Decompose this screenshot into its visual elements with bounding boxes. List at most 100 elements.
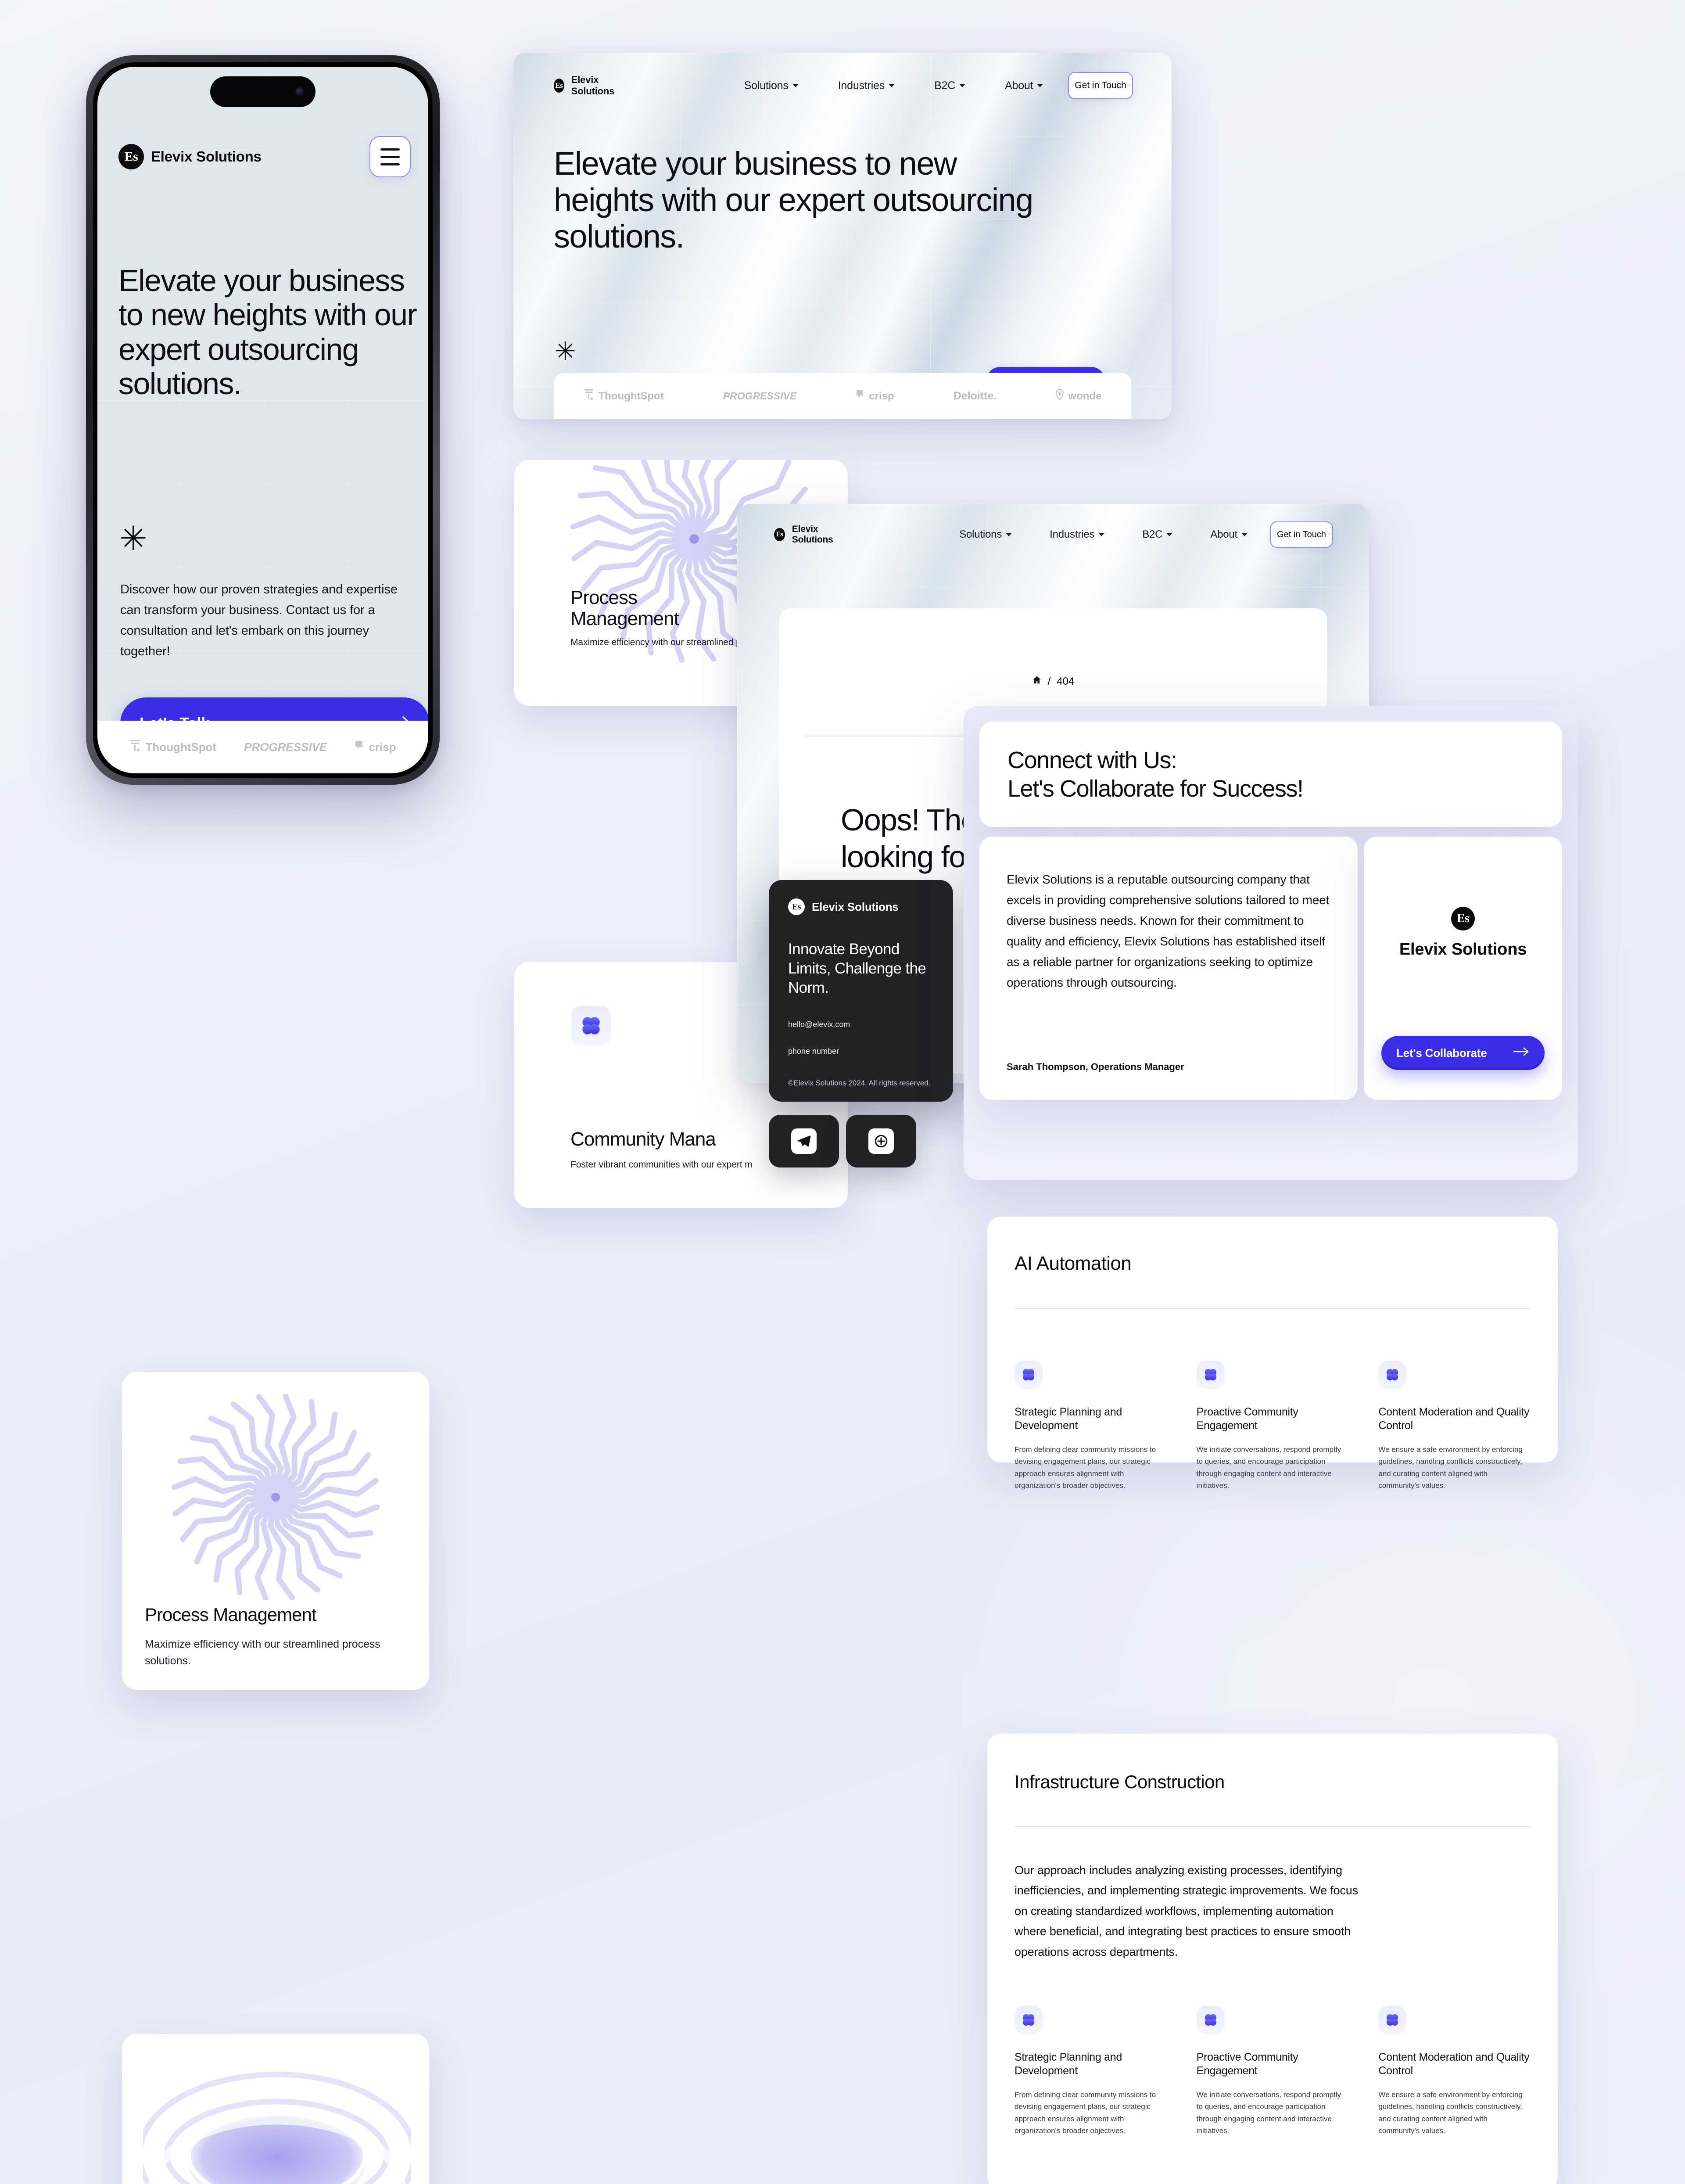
logo-label: wonde — [1068, 390, 1102, 402]
testimonial-author: Sarah Thompson, Operations Manager — [1007, 1061, 1184, 1072]
nav-item-b2c[interactable]: B2C — [934, 79, 966, 92]
brand-logo[interactable]: Es Elevix Solutions — [1364, 907, 1562, 959]
infra-feature-content-moderation: Content Moderation and Quality Control W… — [1378, 2006, 1531, 2137]
home-icon[interactable] — [1032, 675, 1042, 688]
infrastructure-section: Infrastructure Construction Our approach… — [987, 1734, 1558, 2184]
hero-body-text: Discover how our proven strategies and e… — [120, 582, 398, 658]
brand-logo[interactable]: Es Elevix Solutions — [774, 524, 850, 545]
footer-email[interactable]: hello@elevix.com — [788, 1020, 934, 1029]
get-in-touch-button[interactable]: Get in Touch — [1270, 521, 1333, 548]
nav-label: B2C — [1142, 528, 1163, 540]
thoughtspot-icon — [584, 388, 594, 404]
chevron-down-icon — [889, 84, 895, 87]
social-button-secondary[interactable] — [846, 1115, 916, 1167]
asterisk-icon: ✳ — [555, 337, 576, 366]
brand-logo[interactable]: Es Elevix Solutions — [554, 74, 626, 97]
testimonial-card: Elevix Solutions is a reputable outsourc… — [979, 837, 1358, 1100]
desktop-hero-title: Elevate your business to new heights wit… — [554, 145, 1033, 255]
ai-feature-title: Content Moderation and Quality Control — [1378, 1406, 1530, 1432]
lets-collaborate-button[interactable]: Let's Collaborate — [1381, 1036, 1545, 1070]
logo-label: PROGRESSIVE — [723, 390, 797, 402]
thoughtspot-icon — [129, 739, 141, 755]
nav-item-about[interactable]: About — [1005, 79, 1043, 92]
logo-label: ThoughtSpot — [598, 390, 664, 402]
logo-label: PROGRESSIVE — [244, 740, 327, 754]
logo-thoughtspot: ThoughtSpot — [129, 739, 216, 755]
ai-feature-body: We ensure a safe environment by enforcin… — [1378, 1445, 1523, 1490]
logo-wonde: wonde — [1056, 388, 1102, 403]
client-logo-strip: ThoughtSpot PROGRESSIVE crisp — [97, 721, 428, 773]
chevron-down-icon — [1037, 84, 1043, 87]
service-card-process-management[interactable]: Process Management Maximize efficiency w… — [122, 1372, 429, 1690]
footer-phone[interactable]: phone number — [788, 1047, 934, 1056]
service-card-infrastructure-construction[interactable]: Infrastructure Construction Build the fu… — [122, 2034, 429, 2184]
brand-logo[interactable]: Es Elevix Solutions — [118, 144, 262, 169]
nav-label: Industries — [1050, 528, 1095, 540]
chevron-down-icon — [959, 84, 966, 87]
social-button-telegram[interactable] — [769, 1115, 839, 1167]
mid-card-title: Process Management — [570, 587, 679, 630]
infra-feature-strategic-planning: Strategic Planning and Development From … — [1015, 2006, 1167, 2137]
nav-item-solutions[interactable]: Solutions — [959, 528, 1012, 541]
infrastructure-title: Infrastructure Construction — [1015, 1771, 1225, 1792]
logo-crisp: crisp — [856, 389, 894, 403]
phone-notch — [210, 76, 315, 107]
arrow-right-icon — [1513, 1046, 1530, 1060]
hamburger-icon-bar — [380, 163, 400, 165]
desktop-hero-mockup: Es Elevix Solutions Solutions Industries… — [513, 53, 1172, 419]
nav-item-b2c[interactable]: B2C — [1142, 528, 1173, 541]
flower-icon-box — [1378, 2006, 1407, 2034]
phone-screen: Es Elevix Solutions Elevate your busines… — [97, 67, 428, 773]
logo-label: crisp — [869, 390, 894, 402]
ai-feature-proactive-engagement: Proactive Community Engagement We initia… — [1196, 1361, 1349, 1492]
desktop-navbar: Es Elevix Solutions Solutions Industries… — [737, 504, 1369, 565]
client-logo-strip: ThoughtSpot PROGRESSIVE crisp Deloitte. … — [554, 373, 1131, 419]
desktop-navbar: Es Elevix Solutions Solutions Industries… — [513, 53, 1172, 119]
get-in-touch-button[interactable]: Get in Touch — [1068, 72, 1133, 99]
ai-feature-body: We initiate conversations, respond promp… — [1196, 1445, 1341, 1490]
flower-icon-box — [1196, 1361, 1225, 1389]
hamburger-menu-button[interactable] — [369, 136, 411, 177]
brand-name: Elevix Solutions — [1399, 940, 1527, 959]
brand-name: Elevix Solutions — [792, 524, 833, 545]
flower-icon — [1387, 1369, 1398, 1381]
mockup-showcase-canvas: Es Elevix Solutions Elevate your busines… — [0, 0, 1685, 2184]
hamburger-icon-bar — [380, 148, 400, 151]
logo-thoughtspot: ThoughtSpot — [584, 388, 664, 404]
footer-copyright: ©Elevix Solutions 2024. All rights reser… — [788, 1079, 931, 1088]
chevron-down-icon — [792, 84, 799, 87]
logo-deloitte: Deloitte. — [954, 390, 997, 402]
infra-feature-body: From defining clear community missions t… — [1015, 2090, 1156, 2135]
lets-collaborate-label: Let's Collaborate — [1396, 1046, 1487, 1060]
brand-logo[interactable]: Es Elevix Solutions — [788, 898, 934, 915]
infra-feature-title: Strategic Planning and Development — [1015, 2051, 1122, 2077]
flower-icon — [1022, 1369, 1035, 1381]
wonde-icon — [1056, 388, 1064, 403]
breadcrumb-current: 404 — [1057, 675, 1075, 687]
logo-label: ThoughtSpot — [145, 740, 217, 754]
nav-item-about[interactable]: About — [1210, 528, 1248, 541]
flower-icon-box — [1196, 2006, 1225, 2034]
starburst-art — [148, 1394, 403, 1600]
phone-navbar: Es Elevix Solutions — [118, 136, 411, 177]
logo-crisp: crisp — [355, 740, 396, 754]
nav-item-solutions[interactable]: Solutions — [744, 79, 799, 92]
flower-icon-box — [1378, 1361, 1407, 1389]
flower-icon — [582, 1017, 600, 1035]
logo-progressive: PROGRESSIVE — [244, 740, 327, 754]
service-card-desc: Maximize efficiency with our streamlined… — [145, 1638, 380, 1667]
nav-label: Industries — [838, 79, 885, 92]
brand-name: Elevix Solutions — [151, 148, 262, 165]
service-card-title: Process Management — [145, 1604, 317, 1625]
get-in-touch-label: Get in Touch — [1075, 80, 1126, 90]
phone-mockup: Es Elevix Solutions Elevate your busines… — [86, 55, 440, 785]
chevron-down-icon — [1098, 533, 1105, 536]
nav-item-industries[interactable]: Industries — [838, 79, 895, 92]
ai-automation-title: AI Automation — [1015, 1253, 1132, 1274]
nav-item-industries[interactable]: Industries — [1050, 528, 1105, 541]
logo-progressive: PROGRESSIVE — [723, 390, 796, 402]
brand-mark-icon: Es — [118, 144, 144, 169]
page-title: Elevate your business to new heights wit… — [118, 263, 417, 401]
infra-feature-title: Proactive Community Engagement — [1196, 2051, 1298, 2077]
get-in-touch-label: Get in Touch — [1277, 529, 1326, 539]
